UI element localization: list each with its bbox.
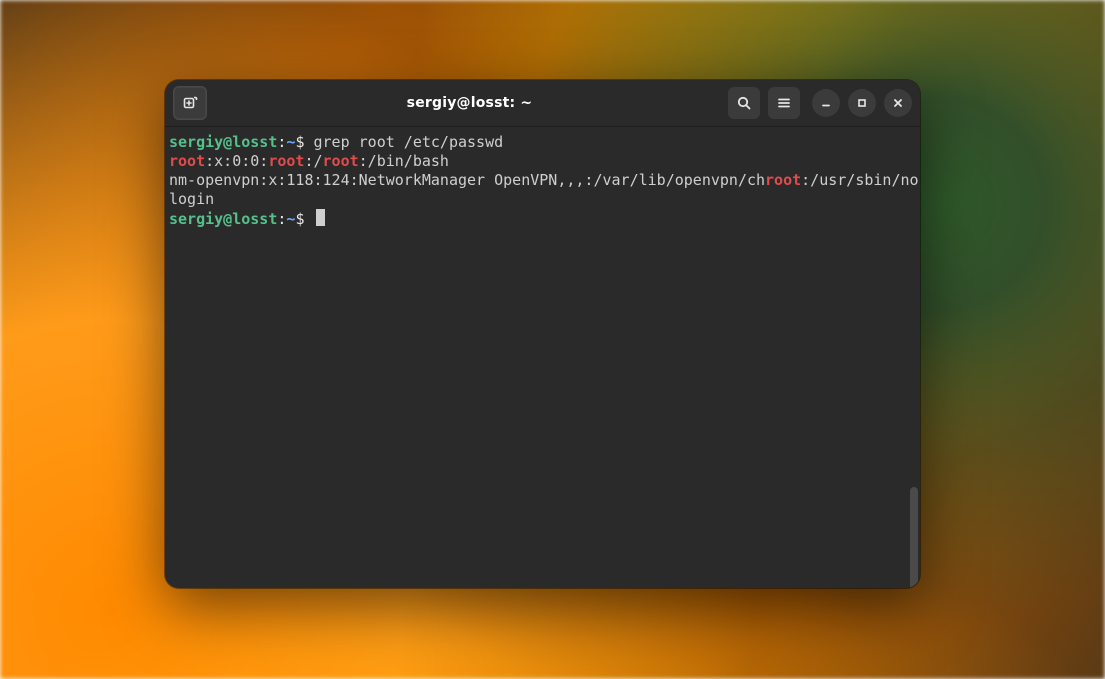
hamburger-menu-icon — [776, 95, 792, 111]
maximize-icon — [856, 97, 868, 109]
prompt-user-host: sergiy@losst — [169, 133, 277, 151]
grep-match: root — [765, 171, 801, 189]
terminal-cursor — [316, 209, 325, 226]
terminal-content: sergiy@losst:~$ grep root /etc/passwd ro… — [169, 133, 920, 229]
prompt-sigil: $ — [295, 133, 313, 151]
output-text: nm-openvpn:x:118:124:NetworkManager Open… — [169, 171, 765, 189]
search-icon — [736, 95, 752, 111]
prompt-sigil: $ — [295, 210, 313, 228]
new-tab-icon — [182, 95, 198, 111]
close-icon — [892, 97, 904, 109]
window-titlebar[interactable]: sergiy@losst: ~ — [165, 80, 920, 127]
minimize-button[interactable] — [812, 89, 840, 117]
close-button[interactable] — [884, 89, 912, 117]
new-tab-button[interactable] — [173, 86, 207, 120]
terminal-window: sergiy@losst: ~ — [165, 80, 920, 588]
minimize-icon — [820, 97, 832, 109]
menu-button[interactable] — [768, 87, 800, 119]
grep-match: root — [323, 152, 359, 170]
window-title: sergiy@losst: ~ — [219, 95, 720, 111]
grep-match: root — [268, 152, 304, 170]
output-text: :/bin/bash — [359, 152, 449, 170]
search-button[interactable] — [728, 87, 760, 119]
prompt-user-host: sergiy@losst — [169, 210, 277, 228]
vertical-scrollbar[interactable] — [910, 487, 918, 588]
terminal-viewport[interactable]: sergiy@losst:~$ grep root /etc/passwd ro… — [165, 127, 920, 588]
maximize-button[interactable] — [848, 89, 876, 117]
output-text: :x:0:0: — [205, 152, 268, 170]
grep-match: root — [169, 152, 205, 170]
command-text: grep root /etc/passwd — [314, 133, 504, 151]
output-text: :/ — [304, 152, 322, 170]
